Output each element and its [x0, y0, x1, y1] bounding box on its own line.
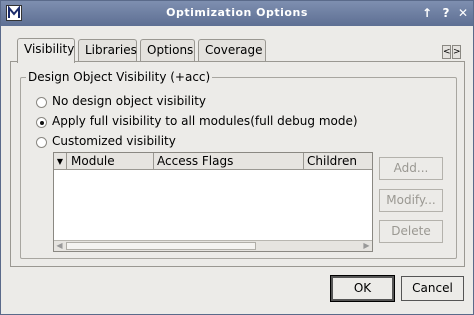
sort-dropdown-icon[interactable]: ▼ — [54, 153, 67, 170]
radio-button-checked[interactable] — [36, 117, 47, 128]
tab-options[interactable]: Options — [140, 39, 195, 61]
table-header: ▼ Module Access Flags Children — [54, 153, 372, 170]
scrollbar-thumb[interactable] — [66, 242, 256, 250]
tab-coverage[interactable]: Coverage — [198, 39, 266, 61]
close-icon[interactable]: ✕ — [456, 6, 470, 20]
delete-button[interactable]: Delete — [379, 220, 443, 243]
help-icon[interactable]: ? — [439, 6, 453, 20]
window-title: Optimization Options — [166, 6, 308, 19]
column-header-access-flags[interactable]: Access Flags — [154, 153, 304, 170]
column-header-children[interactable]: Children — [304, 153, 372, 170]
radio-label: No design object visibility — [52, 94, 206, 108]
visibility-table[interactable]: ▼ Module Access Flags Children ◀ ▶ — [53, 152, 373, 252]
title-bar[interactable]: Optimization Options ↑ ? ✕ — [1, 1, 473, 26]
radio-label: Customized visibility — [52, 134, 176, 148]
radio-button-unchecked[interactable] — [36, 137, 47, 148]
radio-button-unchecked[interactable] — [36, 97, 47, 108]
column-header-module[interactable]: Module — [68, 153, 154, 170]
tab-scroll-right-button[interactable]: > — [452, 45, 461, 59]
tab-libraries[interactable]: Libraries — [78, 39, 137, 61]
tab-scroll-left-button[interactable]: < — [442, 45, 451, 59]
group-legend: Design Object Visibility (+acc) — [26, 70, 213, 84]
cancel-button[interactable]: Cancel — [401, 276, 464, 301]
horizontal-scrollbar[interactable]: ◀ ▶ — [54, 240, 372, 251]
scroll-right-arrow-icon[interactable]: ▶ — [361, 241, 372, 251]
tab-visibility[interactable]: Visibility — [17, 38, 75, 63]
optimization-options-dialog: Optimization Options ↑ ? ✕ Visibility Li… — [0, 0, 474, 315]
add-button[interactable]: Add... — [379, 157, 443, 180]
up-arrow-icon[interactable]: ↑ — [420, 6, 434, 20]
radio-label: Apply full visibility to all modules(ful… — [52, 114, 358, 128]
ok-button[interactable]: OK — [330, 275, 395, 302]
scroll-left-arrow-icon[interactable]: ◀ — [54, 241, 65, 251]
modify-button[interactable]: Modify... — [379, 189, 443, 212]
